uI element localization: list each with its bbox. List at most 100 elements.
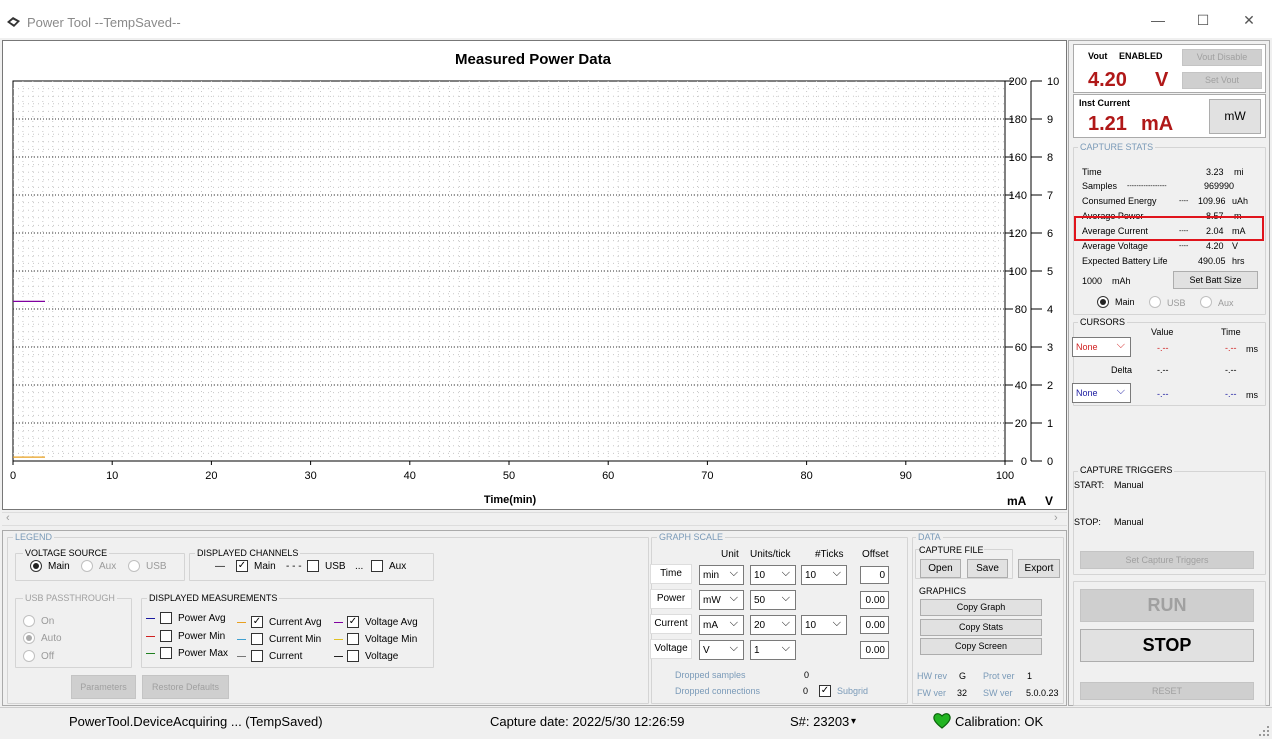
usb-channel-checkbox[interactable] (307, 560, 319, 572)
power-units-tick-select[interactable]: 50 (750, 590, 796, 610)
power-unit-select[interactable]: mW (699, 590, 744, 610)
copy-screen-button[interactable]: Copy Screen (920, 638, 1042, 655)
power-row-label[interactable]: Power (650, 589, 692, 609)
usb-passthrough-on-radio[interactable] (23, 615, 35, 627)
voltage-checkbox[interactable] (347, 650, 359, 662)
y-left-tick-label: 0 (1021, 456, 1027, 468)
usb-passthrough-auto-radio[interactable] (23, 632, 35, 644)
capture-file-title: CAPTURE FILE (919, 545, 984, 555)
current-units-tick-select[interactable]: 20 (750, 615, 796, 635)
prot-ver-value: 1 (1027, 671, 1033, 681)
stats-samples-label: Samples (1082, 181, 1118, 191)
stats-main-radio[interactable] (1097, 296, 1109, 308)
serial-dropdown-icon[interactable]: ▾ (851, 716, 856, 727)
aux-line-symbol: ... (355, 561, 364, 572)
power-min-checkbox[interactable] (160, 630, 172, 642)
run-button[interactable]: RUN (1080, 589, 1254, 622)
stats-time-value: 3.23 (1206, 167, 1224, 177)
stats-battery-life-value: 490.05 (1198, 256, 1226, 266)
voltage-source-main-radio[interactable] (30, 560, 42, 572)
sw-ver-value: 5.0.0.23 (1026, 688, 1059, 698)
time-offset-input[interactable]: 0 (860, 566, 889, 584)
y-right-tick-label: 6 (1047, 228, 1053, 240)
time-unit-select[interactable]: min (699, 565, 744, 585)
stats-row-avg-voltage: Average Voltage ---- 4.20 V (1082, 241, 1272, 251)
stats-usb-radio[interactable] (1149, 296, 1161, 308)
voltage-row-label[interactable]: Voltage (650, 639, 692, 659)
current-offset-input[interactable]: 0.00 (860, 616, 889, 634)
data-title: DATA (916, 532, 943, 542)
main-channel-checkbox[interactable]: ✓ (236, 560, 248, 572)
set-capture-triggers-button[interactable]: Set Capture Triggers (1080, 551, 1254, 569)
cursor-value-header: Value (1151, 327, 1174, 337)
usb-passthrough-off-radio[interactable] (23, 650, 35, 662)
close-button[interactable]: ✕ (1234, 8, 1264, 32)
cursor2-select[interactable]: None (1072, 383, 1131, 403)
voltage-avg-checkbox[interactable]: ✓ (347, 616, 359, 628)
ticks-header: #Ticks (815, 549, 844, 560)
voltage-source-usb-radio[interactable] (128, 560, 140, 572)
time-ticks-select[interactable]: 10 (801, 565, 847, 585)
resize-grip-icon[interactable] (1259, 726, 1269, 736)
usb-passthrough-off-label: Off (41, 651, 55, 662)
current-min-checkbox[interactable] (251, 633, 263, 645)
maximize-button[interactable]: ☐ (1188, 8, 1218, 32)
cursor-time-header: Time (1221, 327, 1241, 337)
minimize-button[interactable]: — (1143, 8, 1173, 32)
current-row-label[interactable]: Current (650, 614, 692, 634)
voltage-source-aux-radio[interactable] (81, 560, 93, 572)
power-offset-input[interactable]: 0.00 (860, 591, 889, 609)
set-vout-button[interactable]: Set Vout (1182, 72, 1262, 89)
cursor1-unit: ms (1246, 344, 1258, 354)
current-unit-select[interactable]: mA (699, 615, 744, 635)
set-batt-size-button[interactable]: Set Batt Size (1173, 271, 1258, 289)
cursor1-select[interactable]: None (1072, 337, 1131, 357)
stats-aux-label: Aux (1218, 298, 1234, 308)
power-avg-checkbox[interactable] (160, 612, 172, 624)
scroll-right-icon[interactable]: › (1054, 512, 1058, 524)
stop-button[interactable]: STOP (1080, 629, 1254, 662)
serial-number[interactable]: S#: 23203 (790, 714, 849, 729)
scroll-left-icon[interactable]: ‹ (6, 512, 10, 524)
power-max-line (146, 653, 155, 654)
voltage-unit-select[interactable]: V (699, 640, 744, 660)
voltage-source-usb-label: USB (146, 561, 167, 572)
aux-channel-checkbox[interactable] (371, 560, 383, 572)
time-units-tick-select[interactable]: 10 (750, 565, 796, 585)
hw-rev-value: G (959, 671, 967, 681)
save-button[interactable]: Save (967, 559, 1008, 578)
copy-graph-button[interactable]: Copy Graph (920, 599, 1042, 616)
parameters-button[interactable]: Parameters (71, 675, 136, 699)
x-tick-label: 100 (996, 470, 1014, 482)
power-max-checkbox[interactable] (160, 647, 172, 659)
current-ticks-select[interactable]: 10 (801, 615, 847, 635)
vout-disable-button[interactable]: Vout Disable (1182, 49, 1262, 66)
trigger-start-value: Manual (1114, 480, 1144, 490)
stats-row-time: Time 3.23 mi (1082, 167, 1272, 177)
stats-aux-radio[interactable] (1200, 296, 1212, 308)
time-row-label[interactable]: Time (650, 564, 692, 584)
restore-defaults-button[interactable]: Restore Defaults (142, 675, 229, 699)
open-button[interactable]: Open (920, 559, 961, 578)
cursor1-time: -.-- (1225, 343, 1237, 353)
horizontal-scrollbar[interactable]: ‹ › (2, 512, 1067, 526)
voltage-units-tick-select[interactable]: 1 (750, 640, 796, 660)
title-bar: Power Tool --TempSaved-- — ☐ ✕ (0, 0, 1272, 38)
mw-toggle-button[interactable]: mW (1209, 99, 1261, 134)
subgrid-label: Subgrid (837, 686, 869, 696)
current-avg-checkbox[interactable]: ✓ (251, 616, 263, 628)
current-checkbox[interactable] (251, 650, 263, 662)
reset-button[interactable]: RESET (1080, 682, 1254, 700)
x-axis-label: Time(min) (483, 494, 537, 506)
y-right-tick-label: 8 (1047, 152, 1053, 164)
export-button[interactable]: Export (1018, 559, 1060, 578)
voltage-min-checkbox[interactable] (347, 633, 359, 645)
power-min-label: Power Min (178, 631, 226, 642)
copy-stats-button[interactable]: Copy Stats (920, 619, 1042, 636)
y-right-tick-label: 7 (1047, 190, 1053, 202)
chart-panel: Measured Power Data 0 20 40 60 80 100 120 140 16… (2, 40, 1067, 510)
power-chart[interactable]: 0204060801001201401601802000123456789100… (3, 41, 1066, 509)
subgrid-checkbox[interactable]: ✓ (819, 685, 831, 697)
usb-channel-label: USB (325, 561, 346, 572)
voltage-offset-input[interactable]: 0.00 (860, 641, 889, 659)
